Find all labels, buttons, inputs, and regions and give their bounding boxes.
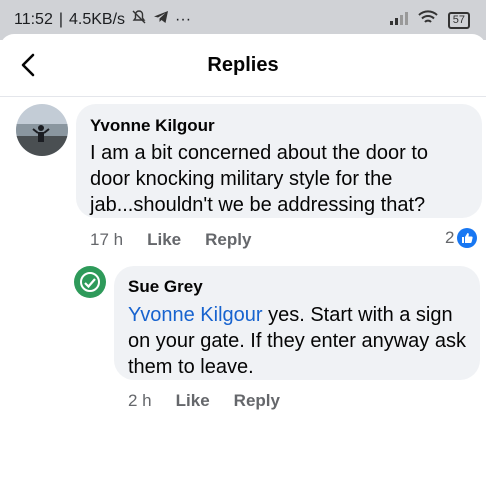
battery-icon: 57 xyxy=(447,11,470,29)
status-sep: | xyxy=(58,10,64,28)
like-button[interactable]: Like xyxy=(147,230,181,249)
reply-time: 2 h xyxy=(128,391,152,410)
mention-link[interactable]: Yvonne Kilgour xyxy=(128,304,263,326)
comment-line: jab...shouldn't we be addressing that? xyxy=(90,194,426,216)
comment-text: I am a bit concerned about the door to d… xyxy=(90,140,428,218)
reply-line: Yvonne Kilgour yes. Start with a sign xyxy=(128,302,466,328)
status-right: 57 xyxy=(389,10,470,30)
reply-line-rest: yes. Start with a sign xyxy=(262,304,453,326)
page-title: Replies xyxy=(207,54,279,76)
replies-sheet: Replies Yvonne Kilgour I am a bit concer… xyxy=(0,34,486,486)
reaction-count[interactable]: 2 xyxy=(445,228,478,248)
comment-author[interactable]: Yvonne Kilgour xyxy=(90,116,215,136)
leaf-logo-icon xyxy=(80,272,100,292)
reaction-number: 2 xyxy=(445,228,455,247)
reply-button[interactable]: Reply xyxy=(234,391,280,410)
reply-author[interactable]: Sue Grey xyxy=(128,277,203,297)
wifi-icon xyxy=(418,10,438,30)
comment-line: door knocking military style for the xyxy=(90,168,393,190)
reply-button[interactable]: Reply xyxy=(205,230,251,249)
status-left: 11:52 | 4.5KB/s ··· xyxy=(14,9,191,30)
reply-text: Yvonne Kilgour yes. Start with a sign on… xyxy=(128,302,466,380)
status-time: 11:52 xyxy=(14,10,53,28)
reply-line: them to leave. xyxy=(128,356,254,378)
network-speed: 4.5KB/s xyxy=(69,10,126,28)
signal-icon xyxy=(389,11,408,30)
comment-bubble[interactable]: Yvonne Kilgour I am a bit concerned abou… xyxy=(76,104,482,218)
comment-actions: 17 h Like Reply xyxy=(90,230,275,250)
reply-bubble[interactable]: Sue Grey Yvonne Kilgour yes. Start with … xyxy=(114,266,480,380)
avatar[interactable] xyxy=(74,266,106,298)
thumbs-up-icon xyxy=(457,228,478,248)
mute-icon xyxy=(131,9,147,30)
reply-line: on your gate. If they enter anyway ask xyxy=(128,330,466,352)
header: Replies xyxy=(0,34,486,97)
comment-time: 17 h xyxy=(90,230,124,249)
reply-actions: 2 h Like Reply xyxy=(128,391,304,411)
telegram-icon xyxy=(153,9,169,30)
comment-line: I am a bit concerned about the door to xyxy=(90,142,428,164)
avatar[interactable] xyxy=(16,104,68,156)
more-dots: ··· xyxy=(175,10,192,28)
like-button[interactable]: Like xyxy=(176,391,210,410)
